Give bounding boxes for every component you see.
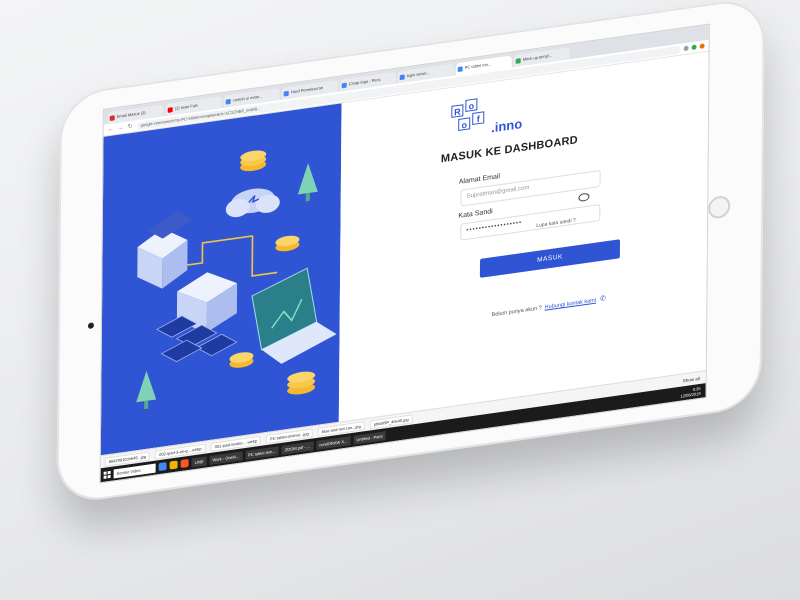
system-clock: 6:35 12/06/2019 <box>681 386 701 399</box>
windows-start-icon[interactable] <box>103 470 111 479</box>
firefox-icon[interactable] <box>180 458 189 469</box>
taskbar-app[interactable]: Untitled - Paint <box>353 430 386 445</box>
extension-icon[interactable] <box>691 44 697 51</box>
profile-avatar[interactable] <box>699 43 705 49</box>
tab-favicon-icon <box>515 57 521 64</box>
logo-letter: o <box>465 98 478 112</box>
tab-favicon-icon <box>399 73 405 80</box>
coin-stack <box>287 371 316 395</box>
tree-icon <box>297 163 318 202</box>
taskbar-app[interactable]: Work - OneN... <box>209 450 243 465</box>
forward-icon[interactable]: → <box>118 125 124 132</box>
cloud-icon <box>225 188 280 218</box>
password-label: Kata Sandi <box>458 208 493 220</box>
coin-stack <box>240 150 267 172</box>
tablet-frame: Email Masuk (3) (1) Iwan Fals contoh ui ma… <box>56 0 765 506</box>
tab-favicon-icon <box>225 98 231 105</box>
signup-row: Belum punya akun ?Hubungi kontak kami ✆ <box>492 294 606 318</box>
tab-favicon-icon <box>283 90 289 97</box>
logo-letter: f <box>472 111 485 125</box>
laptop-icon <box>251 267 337 364</box>
taskbar-app[interactable]: LINE <box>191 455 207 467</box>
chrome-icon[interactable] <box>158 462 167 472</box>
show-all-button[interactable]: Show all <box>683 375 700 382</box>
logo-letter: o <box>458 117 471 131</box>
coin-stack <box>229 352 254 368</box>
tablet-screen: Email Masuk (3) (1) Iwan Fals contoh ui ma… <box>99 23 710 484</box>
tab-favicon-icon <box>341 82 347 88</box>
home-button[interactable] <box>708 194 731 220</box>
back-icon[interactable]: ← <box>108 126 114 133</box>
tab-favicon-icon <box>457 65 463 72</box>
logo-letter: R <box>451 104 464 118</box>
login-button[interactable]: MASUK <box>479 239 621 278</box>
reload-icon[interactable]: ↻ <box>128 123 133 131</box>
tree-icon <box>136 370 157 410</box>
coin-stack <box>275 235 300 252</box>
extension-icon[interactable] <box>683 45 689 52</box>
taskbar-app[interactable]: coreIDRAW X... <box>316 435 351 450</box>
login-panel: R o o f .inno MASUK KE DASHBOARD Alamat … <box>338 51 709 422</box>
tab-favicon-icon <box>109 114 115 121</box>
taskbar-search-input[interactable]: Konten Video <box>113 463 156 478</box>
front-camera <box>87 322 94 330</box>
logo-suffix: .inno <box>491 115 523 136</box>
file-explorer-icon[interactable] <box>169 460 178 470</box>
show-password-icon[interactable] <box>578 192 590 203</box>
illustration-panel <box>100 103 342 456</box>
contact-link[interactable]: Hubungi kontak kami <box>545 298 596 311</box>
house-icon <box>137 211 193 289</box>
phone-icon: ✆ <box>600 295 606 304</box>
tab-favicon-icon <box>167 106 173 113</box>
solar-iot-illustration <box>136 150 337 410</box>
signup-text: Belum punya akun ? <box>491 305 542 319</box>
page-title: MASUK KE DASHBOARD <box>440 134 578 166</box>
taskbar-app[interactable]: PC tablet tem... <box>245 445 279 460</box>
taskbar-app[interactable]: ZOOM.pdf - ... <box>281 440 314 455</box>
